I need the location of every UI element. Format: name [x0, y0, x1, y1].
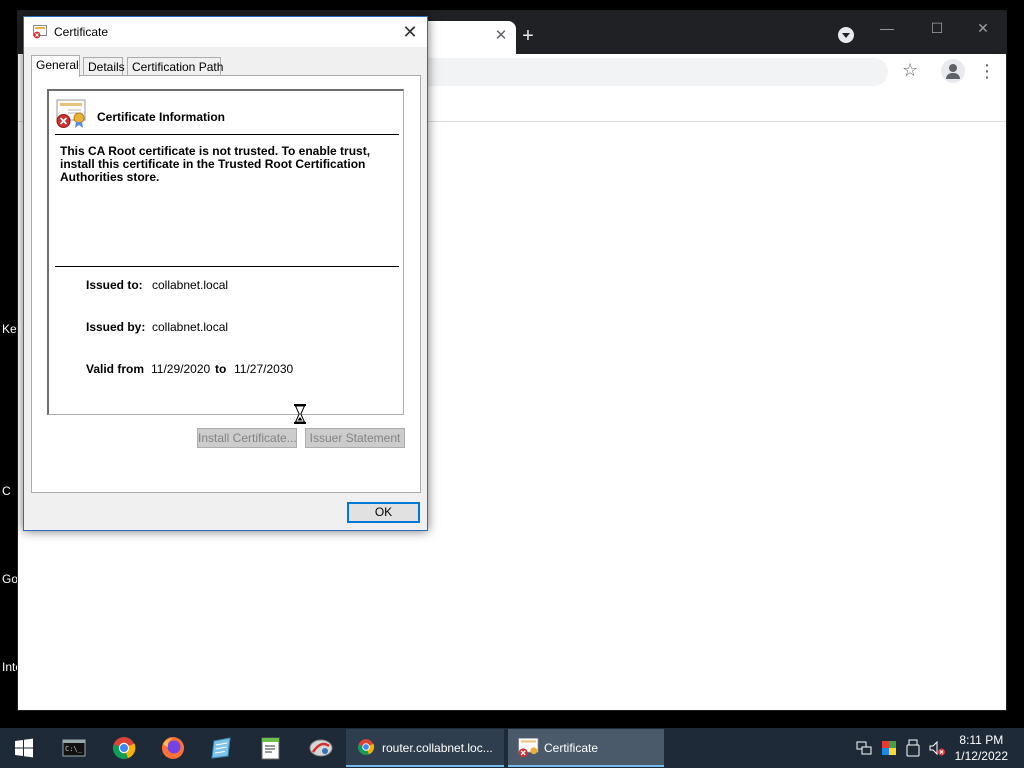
certificate-dialog: Certificate ✕ General Details Certificat…: [23, 16, 428, 531]
usb-device-icon[interactable]: [906, 739, 920, 757]
maximize-button[interactable]: ☐: [914, 15, 960, 41]
profile-avatar-icon[interactable]: [941, 59, 965, 83]
dialog-title: Certificate: [54, 25, 109, 39]
firefox-icon[interactable]: [159, 734, 187, 762]
volume-muted-icon[interactable]: [928, 739, 946, 757]
text-editor-icon[interactable]: [257, 734, 285, 762]
desktop-icon-label[interactable]: C: [2, 484, 11, 498]
certificate-info-heading: Certificate Information: [97, 110, 226, 124]
valid-from-label: Valid from: [86, 362, 145, 376]
divider: [55, 134, 399, 135]
new-tab-button[interactable]: +: [516, 25, 540, 49]
network-tool-icon[interactable]: [307, 734, 335, 762]
general-tab-panel: Certificate Information This CA Root cer…: [31, 75, 421, 493]
certificate-warning-icon: [56, 99, 86, 128]
tab-close-icon[interactable]: ✕: [492, 27, 510, 45]
address-bar[interactable]: [428, 58, 888, 86]
notepad-icon[interactable]: [208, 734, 236, 762]
certificate-icon: [518, 738, 539, 758]
issued-by-label: Issued by:: [86, 320, 146, 334]
bookmark-star-icon[interactable]: ☆: [902, 60, 918, 81]
start-button-windows-icon[interactable]: [10, 734, 38, 762]
divider: [55, 266, 399, 267]
taskbar-clock[interactable]: 8:11 PM 1/12/2022: [955, 732, 1008, 764]
taskbar-task-certificate[interactable]: Certificate: [508, 729, 664, 767]
network-icon[interactable]: [856, 740, 872, 756]
dialog-close-icon[interactable]: ✕: [393, 17, 427, 47]
hourglass-cursor-icon: [294, 404, 306, 424]
window-close-button[interactable]: ✕: [960, 15, 1006, 41]
valid-to-label: to: [215, 362, 227, 376]
valid-from-value: 11/29/2020: [151, 362, 211, 376]
desktop-icon-label[interactable]: Go: [2, 572, 18, 586]
tab-certification-path[interactable]: Certification Path: [127, 57, 223, 76]
valid-to-value: 11/27/2030: [234, 362, 294, 376]
issued-by-value: collabnet.local: [152, 320, 229, 334]
terminal-icon[interactable]: C:\_: [60, 734, 88, 762]
browser-tab[interactable]: ✕: [428, 21, 516, 54]
svg-text:C:\_: C:\_: [65, 745, 83, 753]
task-label: Certificate: [544, 741, 599, 755]
ok-button[interactable]: OK: [347, 502, 420, 523]
issued-to-label: Issued to:: [86, 278, 143, 292]
task-label: router.collabnet.loc...: [382, 741, 493, 755]
certificate-info-box: Certificate Information This CA Root cer…: [47, 89, 404, 415]
tab-general[interactable]: General: [31, 55, 80, 77]
chrome-icon: [358, 739, 375, 755]
issued-to-value: collabnet.local: [152, 278, 229, 292]
chrome-icon[interactable]: [110, 734, 138, 762]
certificate-icon: [33, 25, 47, 39]
color-display-icon[interactable]: [881, 740, 897, 756]
browser-menu-icon[interactable]: ⋮: [978, 59, 996, 83]
tab-details[interactable]: Details: [83, 57, 125, 76]
taskbar: C:\_ router.collabnet.loc... Certificate…: [0, 728, 1024, 768]
minimize-button[interactable]: —: [864, 15, 910, 41]
dialog-titlebar[interactable]: Certificate ✕: [24, 17, 427, 47]
issuer-statement-button[interactable]: Issuer Statement: [305, 428, 405, 448]
trust-warning-text: This CA Root certificate is not trusted.…: [60, 144, 371, 184]
clock-date: 1/12/2022: [954, 749, 1008, 763]
tab-search-icon[interactable]: [838, 27, 854, 43]
taskbar-task-chrome[interactable]: router.collabnet.loc...: [346, 729, 504, 767]
clock-time: 8:11 PM: [959, 733, 1004, 747]
install-certificate-button[interactable]: Install Certificate...: [197, 428, 297, 448]
